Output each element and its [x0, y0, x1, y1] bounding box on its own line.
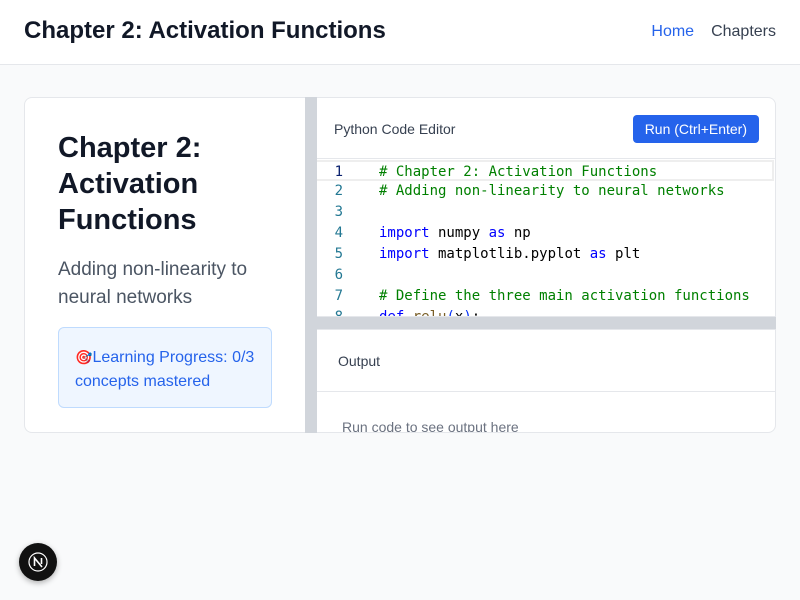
output-panel: Output Run code to see output here: [317, 329, 776, 433]
code-line[interactable]: 8 def relu(x):: [317, 307, 775, 317]
code-token: np: [505, 225, 531, 241]
code-line[interactable]: 2 # Adding non-linearity to neural networ…: [317, 181, 775, 202]
code-token: matplotlib.pyplot: [429, 246, 590, 262]
code-token: import: [379, 246, 430, 262]
code-text: import matplotlib.pyplot as plt: [379, 244, 640, 265]
editor-title: Python Code Editor: [334, 121, 456, 137]
code-token: :: [471, 309, 481, 317]
top-nav: Home Chapters: [651, 23, 776, 41]
code-token: as: [488, 225, 506, 241]
code-token: as: [589, 246, 607, 262]
line-number: 7: [334, 288, 343, 304]
line-number: 1: [334, 164, 343, 180]
site-title: Chapter 2: Activation Functions: [24, 17, 386, 44]
code-token: import: [379, 225, 430, 241]
line-number: 2: [334, 183, 343, 199]
code-token: def: [379, 309, 405, 317]
run-button[interactable]: Run (Ctrl+Enter): [632, 115, 759, 143]
chapter-subtitle: Adding non-linearity to neural networks: [58, 259, 248, 308]
code-token: ): [463, 309, 472, 317]
line-number: 3: [334, 204, 343, 220]
learning-progress-box: 🎯Learning Progress: 0/3 concepts mastere…: [58, 327, 272, 408]
code-line[interactable]: 6: [317, 265, 775, 286]
vertical-resize-handle[interactable]: [305, 97, 317, 433]
code-text: # Chapter 2: Activation Functions: [379, 162, 657, 183]
nav-home-link[interactable]: Home: [651, 23, 694, 41]
target-icon: 🎯: [75, 349, 93, 365]
chapter-heading: Chapter 2: Activation Functions: [58, 132, 202, 236]
output-title: Output: [338, 353, 381, 369]
code-text: # Define the three main activation funct…: [379, 286, 750, 307]
horizontal-resize-handle[interactable]: [317, 317, 776, 329]
line-number: 5: [334, 246, 343, 262]
code-token: # Adding non-linearity to neural network…: [379, 183, 725, 199]
editor-header: Python Code Editor Run (Ctrl+Enter): [317, 98, 775, 159]
code-editor-panel: Python Code Editor Run (Ctrl+Enter) 1 # C…: [317, 97, 776, 317]
code-token: # Define the three main activation funct…: [379, 288, 750, 304]
output-header: Output: [317, 330, 775, 392]
nextjs-logo-glyph: [28, 552, 48, 572]
line-number: 6: [334, 267, 343, 283]
code-token: numpy: [429, 225, 489, 241]
code-token: plt: [606, 246, 641, 262]
code-line[interactable]: 3: [317, 202, 775, 223]
code-text: def relu(x):: [379, 307, 481, 317]
code-text: import numpy as np: [379, 223, 531, 244]
output-placeholder: Run code to see output here: [342, 419, 519, 433]
code-line[interactable]: 4 import numpy as np: [317, 223, 775, 244]
learning-progress-text: Learning Progress: 0/3 concepts mastered: [75, 349, 255, 390]
top-bar: Chapter 2: Activation Functions Home Cha…: [0, 0, 800, 65]
code-line[interactable]: 5 import matplotlib.pyplot as plt: [317, 244, 775, 265]
code-area[interactable]: 1 # Chapter 2: Activation Functions 2 # Add…: [317, 159, 775, 317]
line-number: 4: [334, 225, 343, 241]
chapter-info-panel: Chapter 2: Activation Functions Adding n…: [24, 97, 305, 433]
code-text: # Adding non-linearity to neural network…: [379, 181, 725, 202]
code-token: # Chapter 2: Activation Functions: [379, 164, 658, 180]
line-number: 8: [334, 309, 343, 317]
code-line[interactable]: 1 # Chapter 2: Activation Functions: [317, 160, 774, 181]
nextjs-logo-icon[interactable]: [19, 543, 57, 581]
code-token: relu: [412, 309, 447, 317]
nav-chapters-link[interactable]: Chapters: [711, 23, 776, 41]
code-line[interactable]: 7 # Define the three main activation func…: [317, 286, 775, 307]
code-token: (: [446, 309, 455, 317]
